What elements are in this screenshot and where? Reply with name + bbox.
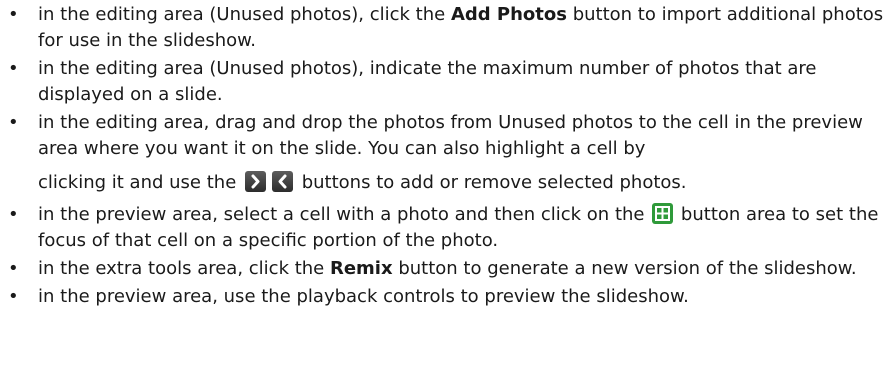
instruction-list: • in the editing area (Unused photos), c… (0, 2, 896, 310)
item-text: in the editing area, drag and drop the p… (38, 112, 863, 159)
focus-grid-icon (652, 203, 674, 224)
add-photos-label: Add Photos (450, 4, 567, 25)
item-text: in the preview area, select a cell with … (38, 204, 651, 225)
bullet: • (8, 112, 19, 133)
item-text: button to generate a new version of the … (392, 258, 857, 279)
help-page: • in the editing area (Unused photos), c… (0, 0, 896, 390)
item-text: in the editing area (Unused photos), cli… (38, 4, 451, 25)
bullet: • (8, 286, 19, 307)
item-text: in the editing area (Unused photos), ind… (38, 58, 817, 105)
bullet: • (8, 258, 19, 279)
list-item: • in the editing area (Unused photos), c… (0, 2, 896, 54)
bullet: • (8, 58, 19, 79)
list-item: • in the editing area, drag and drop the… (0, 110, 896, 196)
list-item: • in the editing area (Unused photos), i… (0, 56, 896, 108)
chevron-right-icon (245, 171, 266, 192)
item-text: in the extra tools area, click the (38, 258, 330, 279)
list-item: • in the extra tools area, click the Rem… (0, 256, 896, 282)
bullet: • (8, 4, 19, 25)
item-text: clicking it and use the (38, 172, 242, 193)
item-text: in the preview area, use the playback co… (38, 286, 689, 307)
chevron-left-icon (272, 171, 293, 192)
item-text: buttons to add or remove selected photos… (296, 172, 687, 193)
bullet: • (8, 204, 19, 225)
remix-label: Remix (329, 258, 393, 279)
list-item: • in the preview area, use the playback … (0, 284, 896, 310)
list-item: • in the preview area, select a cell wit… (0, 202, 896, 254)
